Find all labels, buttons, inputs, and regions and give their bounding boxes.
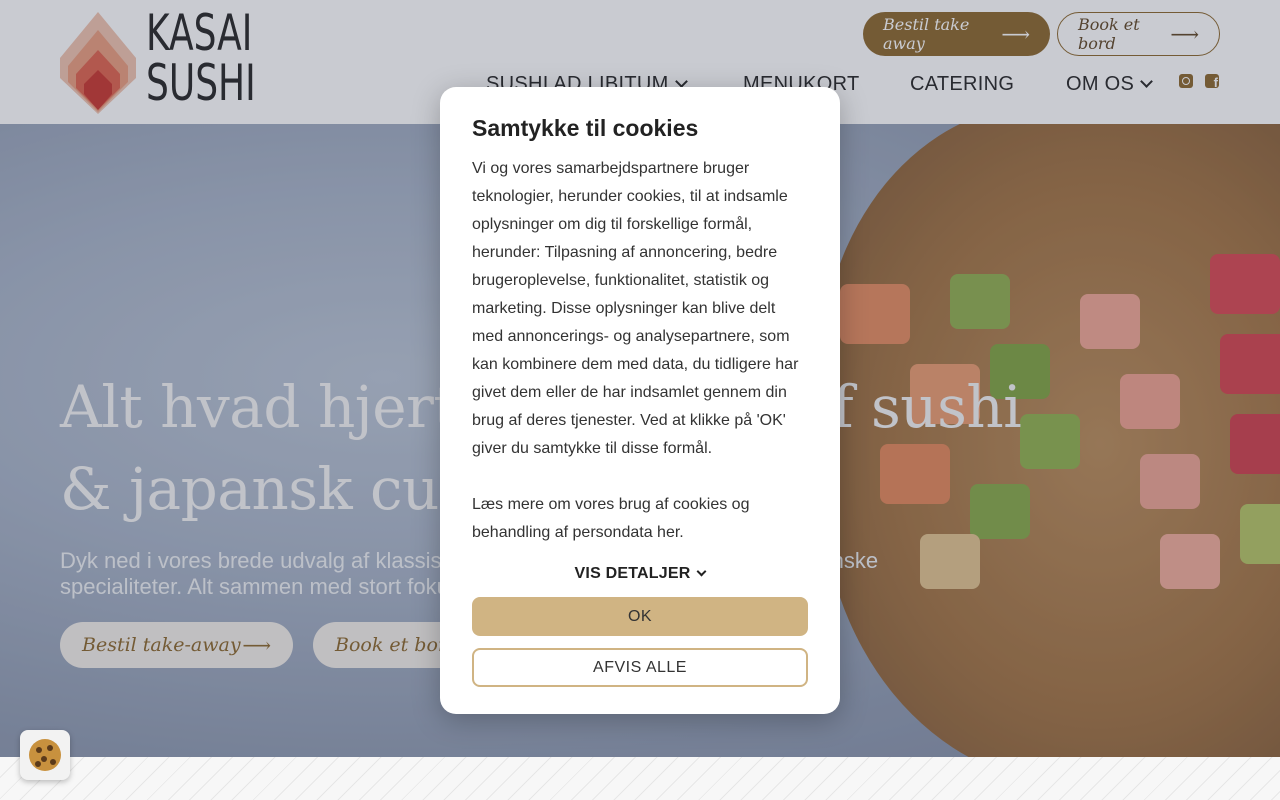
dialog-body: Vi og vores samarbejdspartnere bruger te… <box>472 160 799 457</box>
cookie-settings-button[interactable] <box>20 730 70 780</box>
privacy-link[interactable]: Læs mere om vores brug af cookies og beh… <box>472 491 808 547</box>
dialog-title: Samtykke til cookies <box>472 115 699 141</box>
cookie-icon <box>29 739 61 771</box>
show-details-toggle[interactable]: VIS DETALJER <box>472 565 808 583</box>
cookie-consent-dialog: Samtykke til cookies Vi og vores samarbe… <box>440 87 840 714</box>
show-details-label: VIS DETALJER <box>574 565 691 582</box>
chevron-down-icon <box>697 566 707 577</box>
accept-button[interactable]: OK <box>472 597 808 636</box>
reject-all-button[interactable]: AFVIS ALLE <box>472 648 808 687</box>
next-section-strip <box>0 757 1280 800</box>
